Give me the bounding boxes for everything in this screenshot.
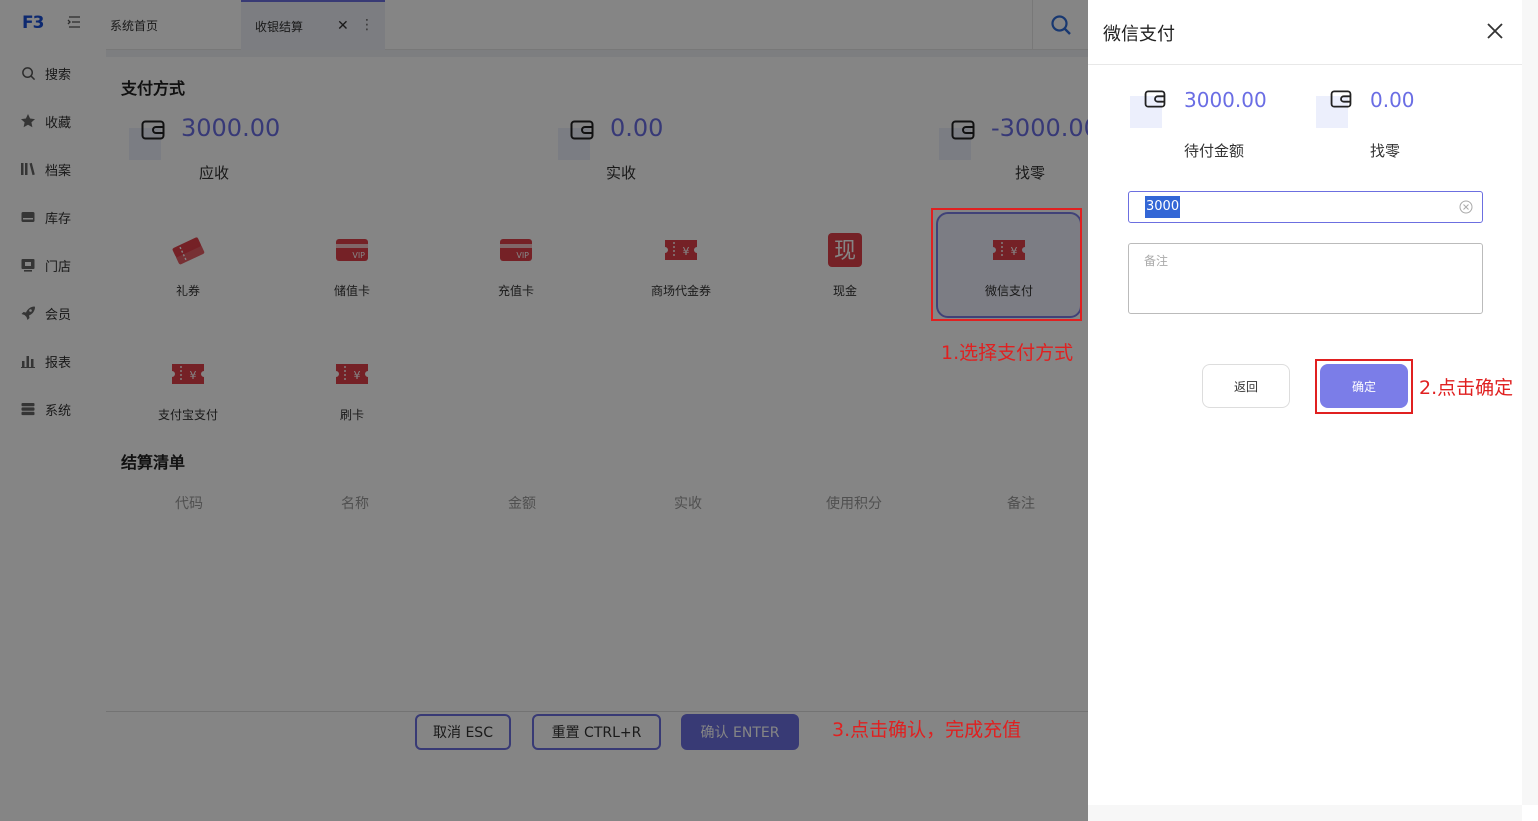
annotation-box-step2 <box>1315 359 1413 414</box>
annotation-step1: 1.选择支付方式 <box>941 342 1074 364</box>
drawer-title: 微信支付 <box>1103 24 1175 45</box>
wallet-icon <box>1144 90 1166 108</box>
annotation-box-step1 <box>931 208 1082 321</box>
drawer-change-label: 找零 <box>1370 142 1401 160</box>
drawer-change-value: 0.00 <box>1370 88 1415 112</box>
vertical-scrollbar[interactable] <box>1522 0 1538 805</box>
payment-amount-input[interactable]: 3000 <box>1128 191 1483 223</box>
pending-value: 3000.00 <box>1184 88 1267 112</box>
divider <box>1088 64 1522 65</box>
close-icon[interactable] <box>1486 22 1504 40</box>
modal-mask[interactable] <box>0 0 1088 821</box>
pending-label: 待付金额 <box>1184 142 1245 160</box>
input-value: 3000 <box>1145 196 1181 218</box>
clear-icon[interactable] <box>1459 200 1473 214</box>
back-button[interactable]: 返回 <box>1202 364 1290 408</box>
note-textarea[interactable]: 备注 <box>1128 243 1483 314</box>
wechat-pay-drawer: 微信支付 3000.00 待付金额 0.00 找零 3000 备注 返回 确定 <box>1088 0 1538 821</box>
annotation-step3: 3.点击确认，完成充值 <box>832 719 1022 741</box>
horizontal-scrollbar[interactable] <box>1088 805 1522 821</box>
wallet-icon <box>1330 90 1352 108</box>
annotation-step2: 2.点击确定 <box>1419 377 1514 399</box>
note-placeholder: 备注 <box>1144 254 1169 268</box>
